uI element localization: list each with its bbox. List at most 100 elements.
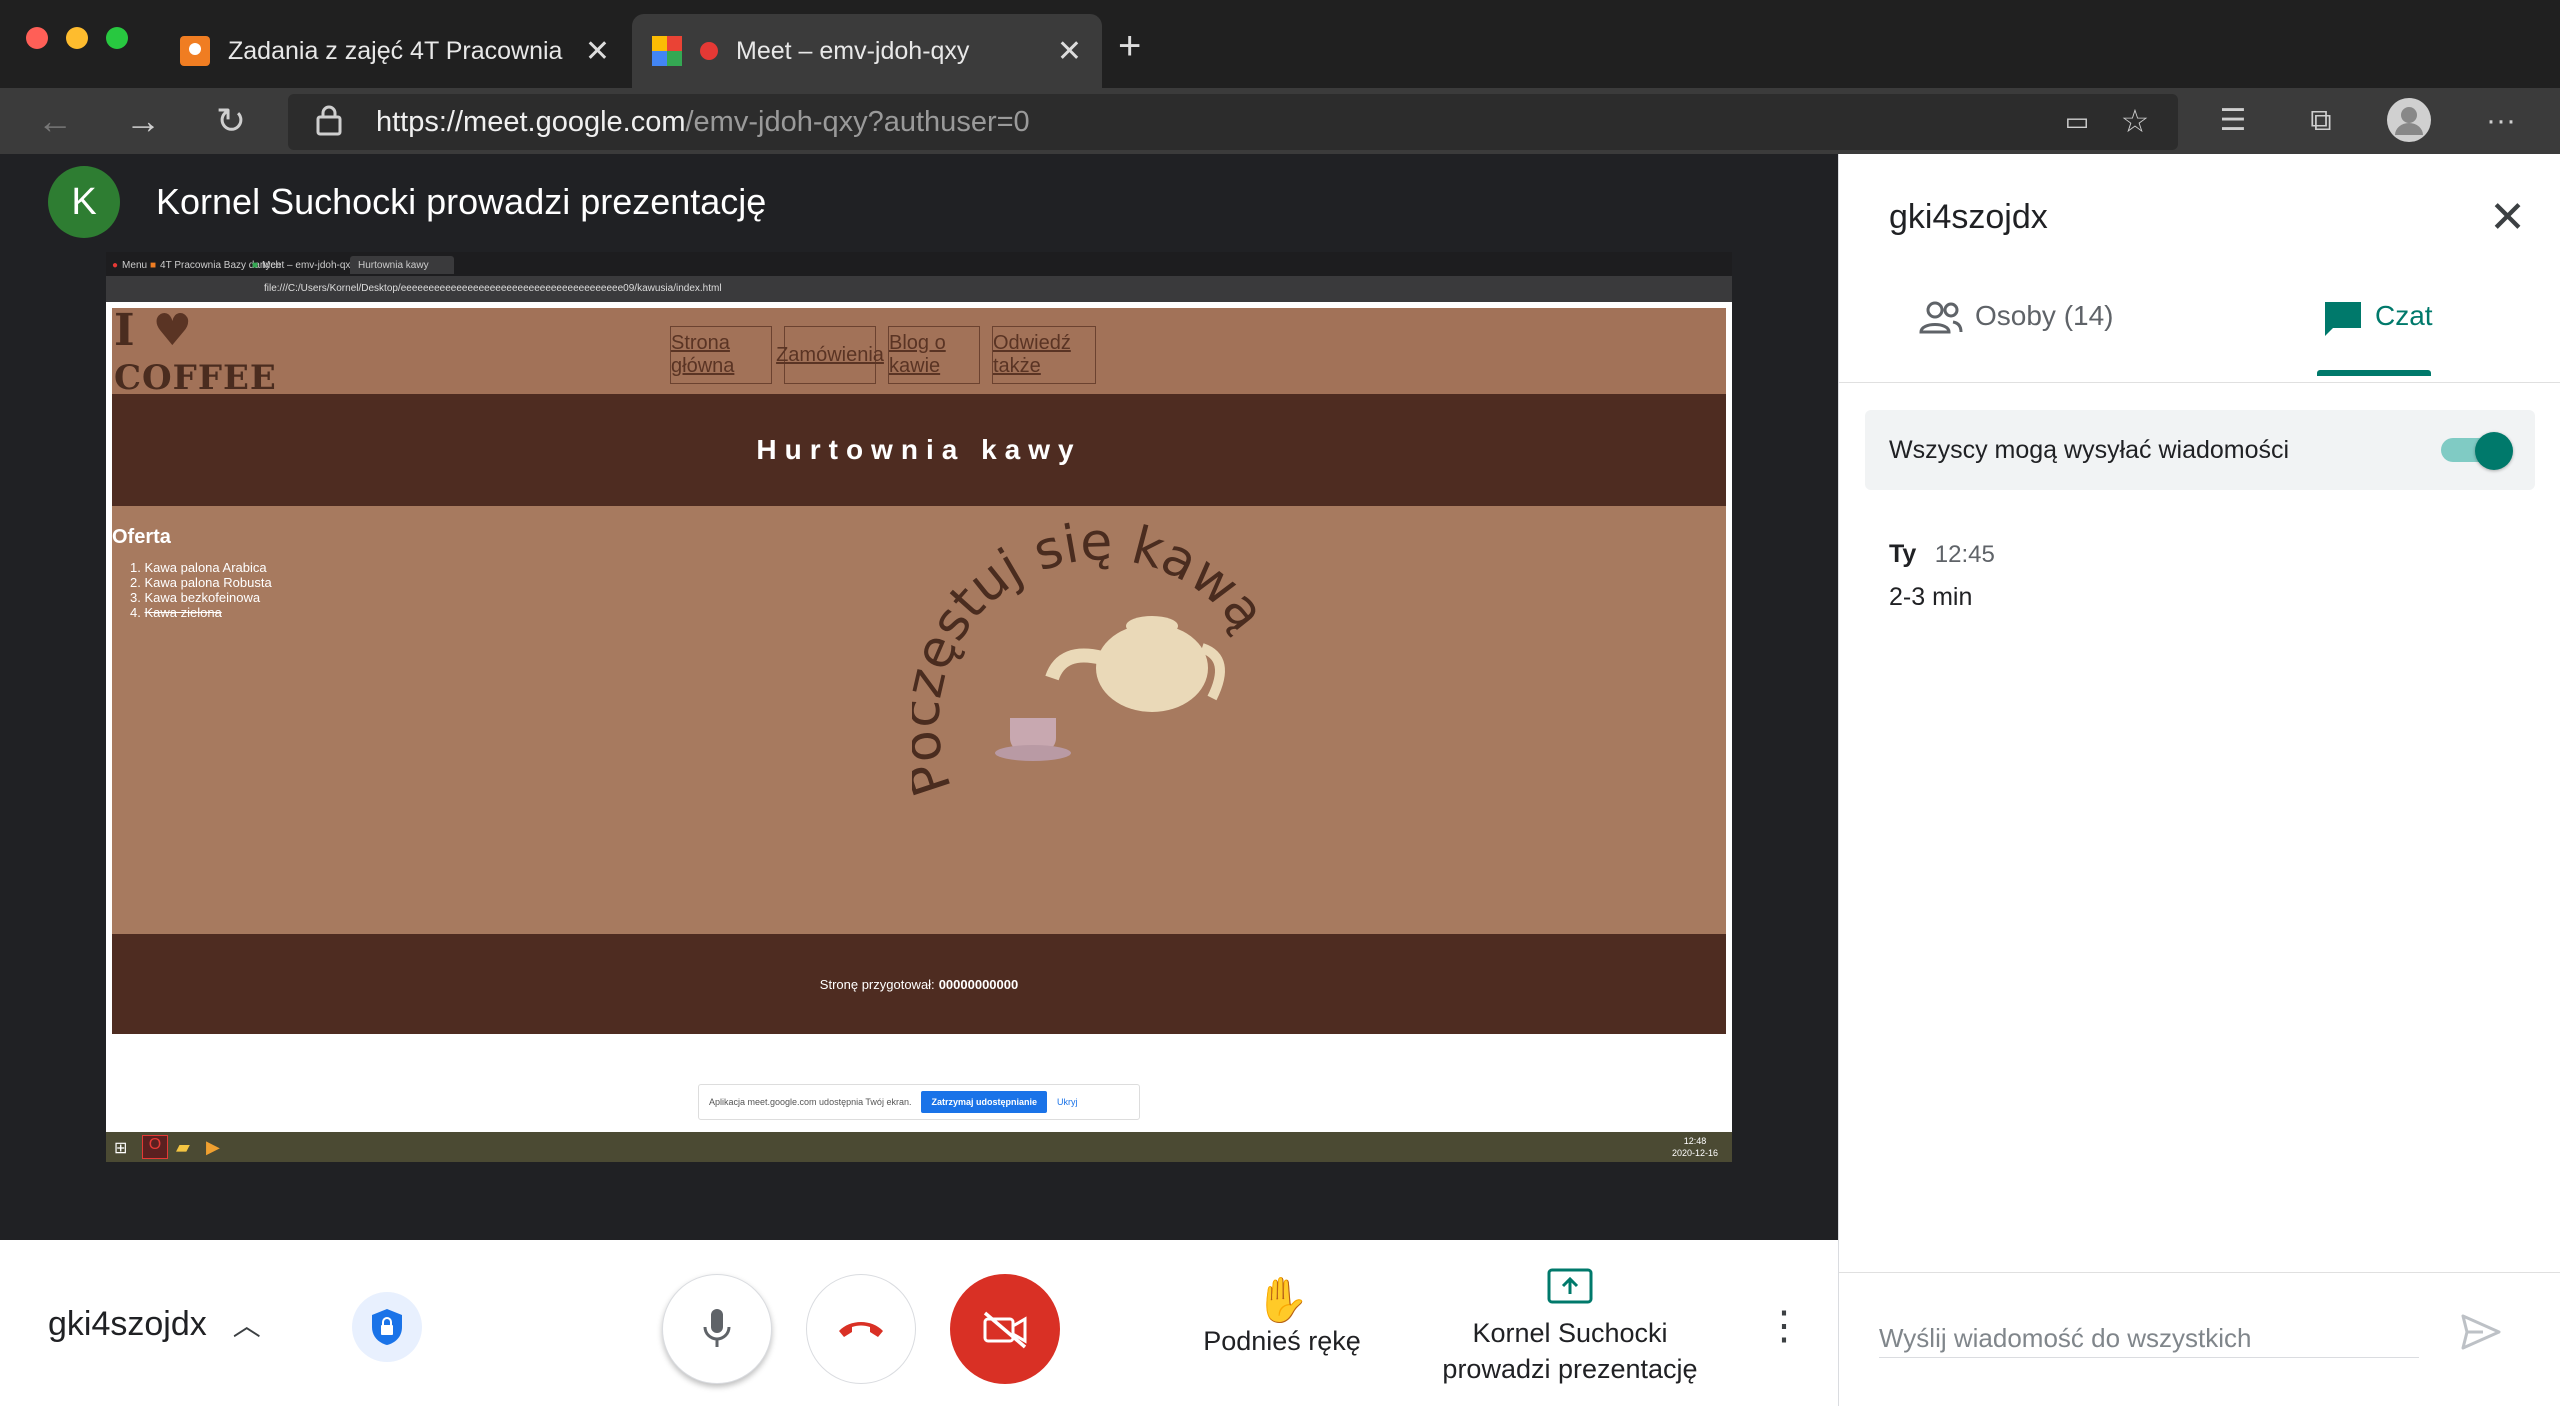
teapot-illustration: Poczęstuj się kawą [912, 512, 1272, 803]
forward-icon[interactable]: → [120, 98, 166, 144]
tab-people-label: Osoby (14) [1975, 300, 2114, 331]
taskbar-clock: 12:48 2020-12-16 [1671, 1136, 1718, 1158]
coffee-website: I ♥ COFFEE Strona główna Zamówienia Blog … [112, 308, 1726, 1034]
google-meet-icon [652, 36, 682, 66]
message-sender: Ty [1889, 540, 1917, 568]
window-close-button[interactable] [26, 27, 48, 49]
stop-sharing-button: Zatrzymaj udostępnianie [921, 1091, 1047, 1113]
window-zoom-button[interactable] [106, 27, 128, 49]
site-footer: Stronę przygotował: 00000000000 [112, 934, 1726, 1034]
site-header: I ♥ COFFEE Strona główna Zamówienia Blog … [112, 305, 1726, 398]
camera-in-use-icon[interactable]: ▭ [2054, 98, 2100, 144]
chat-permission-setting: Wszyscy mogą wysyłać wiadomości [1865, 410, 2535, 490]
browser-title-bar: Zadania z zajęć 4T Pracownia ✕ Meet – em… [0, 0, 2560, 88]
shared-tab: ● Menu [112, 259, 148, 271]
list-item: 1. Kawa palona Arabica [130, 560, 267, 575]
coffee-logo: I ♥ COFFEE [114, 305, 277, 398]
raise-hand-button[interactable]: ✋ Podnieś rękę [1180, 1276, 1384, 1357]
recording-indicator-icon [700, 42, 718, 60]
offer-heading: Oferta [112, 526, 171, 548]
favorite-star-icon[interactable]: ☆ [2112, 98, 2158, 144]
lock-icon [316, 104, 342, 144]
raise-hand-label: Podnieś rękę [1203, 1326, 1361, 1356]
tab-label: Zadania z zajęć 4T Pracownia [228, 36, 563, 65]
chat-panel: gki4szojdx ✕ Osoby (14) Czat Wszyscy mog… [1838, 154, 2560, 1406]
more-menu-icon[interactable]: ··· [2478, 98, 2524, 144]
present-screen-icon [1420, 1268, 1720, 1315]
hide-notice-link: Ukryj [1056, 1097, 1078, 1107]
address-bar[interactable]: https://meet.google.com/emv-jdoh-qxy?aut… [288, 94, 2178, 150]
meet-stage: K Kornel Suchocki prowadzi prezentację ●… [0, 154, 1838, 1240]
microphone-button[interactable] [662, 1274, 772, 1384]
message-text: 2-3 min [1889, 583, 1973, 611]
profile-avatar-icon[interactable] [2386, 98, 2432, 144]
camera-toggle-button[interactable] [950, 1274, 1060, 1384]
url-host: https://meet.google.com [376, 106, 686, 138]
opera-icon: O [142, 1135, 168, 1159]
presenter-bar: K Kornel Suchocki prowadzi prezentację [48, 166, 766, 238]
list-item: 2. Kawa palona Robusta [130, 575, 272, 590]
url-path: /emv-jdoh-qxy?authuser=0 [685, 106, 1030, 138]
meeting-controls: gki4szojdx ︿ ✋ Podnieś rękę Kornel Sucho… [0, 1240, 1838, 1406]
screen-share-notice: Aplikacja meet.google.com udostępnia Twó… [698, 1084, 1140, 1120]
chat-message: Ty 12:45 2-3 min [1889, 540, 1995, 612]
presentation-status-button[interactable]: Kornel Suchocki prowadzi prezentację [1420, 1268, 1720, 1387]
reload-icon[interactable]: ↻ [208, 98, 254, 144]
shared-tab: ■ Meet – emv-jdoh-qxy [252, 259, 356, 271]
site-nav-visit: Odwiedź także [992, 326, 1096, 384]
close-tab-icon[interactable]: ✕ [1057, 34, 1082, 69]
offer-list: 1. Kawa palona Arabica 2. Kawa palona Ro… [130, 560, 272, 620]
chat-icon [2325, 302, 2361, 336]
divider [1839, 1272, 2560, 1273]
windows-taskbar: ⊞ O ▰ ▶ 12:48 2020-12-16 [106, 1132, 1732, 1162]
close-icon[interactable]: ✕ [2489, 192, 2526, 243]
divider [1839, 382, 2560, 383]
microphone-icon [703, 1309, 731, 1347]
people-icon [1919, 301, 1963, 334]
list-item: 4. Kawa zielona [130, 605, 222, 620]
shared-tab-active: Hurtownia kawy [350, 256, 454, 274]
meeting-code: gki4szojdx [48, 1304, 207, 1343]
message-time: 12:45 [1934, 541, 1995, 568]
presenter-label: Kornel Suchocki prowadzi prezentację [156, 181, 767, 222]
chevron-up-icon: ︿ [232, 1310, 261, 1341]
back-icon[interactable]: ← [32, 98, 78, 144]
panel-title: gki4szojdx [1889, 198, 2048, 236]
chat-input[interactable] [1879, 1320, 2419, 1358]
allow-messages-toggle[interactable] [2441, 432, 2513, 470]
shared-address-bar: file:///C:/Users/Kornel/Desktop/eeeeeeee… [106, 276, 1732, 302]
tab-chat[interactable]: Czat [2317, 300, 2433, 386]
explorer-folder-icon: ▰ [176, 1137, 190, 1157]
meeting-details-button[interactable]: gki4szojdx ︿ [48, 1304, 261, 1344]
leave-call-button[interactable] [806, 1274, 916, 1384]
windows-start-icon: ⊞ [114, 1140, 128, 1157]
site-nav-orders: Zamówienia [776, 326, 884, 384]
browser-tab-classroom[interactable]: Zadania z zajęć 4T Pracownia ✕ [160, 14, 630, 88]
hang-up-icon [839, 1322, 883, 1337]
media-player-icon: ▶ [206, 1137, 220, 1157]
site-nav-home: Strona główna [670, 326, 772, 384]
tab-people[interactable]: Osoby (14) [1919, 300, 2114, 386]
shared-screen: ● Menu ■ 4T Pracownia Bazy danych ■ Meet – … [106, 252, 1732, 1162]
site-banner: Hurtownia kawy [112, 394, 1726, 506]
send-button[interactable] [2459, 1312, 2509, 1362]
tab-chat-label: Czat [2375, 300, 2433, 331]
google-classroom-icon [180, 36, 210, 66]
browser-toolbar: ← → ↻ https://meet.google.com/emv-jdoh-q… [0, 88, 2560, 154]
present-label-line1: Kornel Suchocki [1472, 1318, 1668, 1348]
more-options-icon[interactable]: ⋮ [1764, 1306, 1804, 1346]
send-icon [2461, 1314, 2501, 1350]
browser-tab-meet[interactable]: Meet – emv-jdoh-qxy ✕ [632, 14, 1102, 88]
shared-browser-tabs: ● Menu ■ 4T Pracownia Bazy danych ■ Meet – … [106, 252, 1732, 276]
hand-icon: ✋ [1254, 1276, 1310, 1325]
present-label-line2: prowadzi prezentację [1442, 1354, 1698, 1384]
shared-url: file:///C:/Users/Kornel/Desktop/eeeeeeee… [264, 283, 722, 294]
new-tab-button[interactable]: + [1118, 26, 1141, 66]
collections-icon[interactable]: ⧉ [2298, 98, 2344, 144]
host-controls-button[interactable] [352, 1292, 422, 1362]
toggle-label: Wszyscy mogą wysyłać wiadomości [1889, 435, 2290, 464]
close-tab-icon[interactable]: ✕ [585, 34, 610, 69]
window-minimize-button[interactable] [66, 27, 88, 49]
list-item: 3. Kawa bezkofeinowa [130, 590, 261, 605]
favorites-list-icon[interactable]: ☰ [2210, 98, 2256, 144]
